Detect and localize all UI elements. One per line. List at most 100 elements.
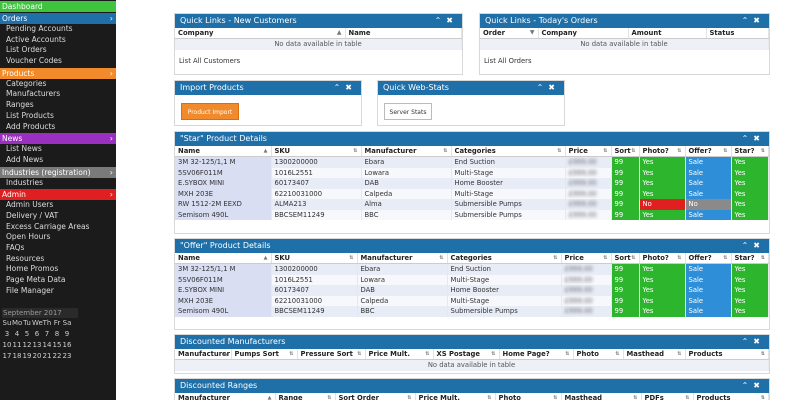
column-header-photo[interactable]: Photo? ⇅	[639, 146, 686, 157]
close-icon[interactable]: ✖	[753, 337, 765, 346]
column-header-manufacturer[interactable]: Manufacturer ⇅	[361, 146, 452, 157]
calendar-day[interactable]: 4	[12, 329, 22, 340]
sort-icon[interactable]: ⇅	[685, 393, 689, 400]
sidebar-section-admin[interactable]: Admin ›	[0, 189, 116, 201]
sort-icon[interactable]: ⇅	[327, 393, 331, 400]
sidebar-item[interactable]: Open Hours	[0, 232, 116, 243]
column-header-manufacturer[interactable]: Manufacturer ⇅	[357, 253, 448, 264]
list-all-orders-link[interactable]: List All Orders	[480, 50, 769, 72]
sidebar-item[interactable]: Home Promos	[0, 264, 116, 275]
cell-name[interactable]: 3M 32-125/1,1 M	[175, 263, 272, 275]
table-row[interactable]: 5SV06F011M 1016L2551 Lowara Multi-Stage £999…	[175, 274, 769, 285]
sort-icon[interactable]: ⇅	[631, 253, 635, 263]
sort-icon[interactable]: ⇅	[615, 349, 619, 359]
column-header-categories[interactable]: Categories ⇅	[447, 253, 562, 264]
column-header-status[interactable]: Status	[706, 28, 769, 39]
sort-icon[interactable]: ⇅	[425, 349, 429, 359]
sidebar-item[interactable]: Add News	[0, 155, 116, 166]
column-header-categories[interactable]: Categories ⇅	[451, 146, 566, 157]
collapse-icon[interactable]: ⌃	[742, 381, 754, 390]
sort-icon[interactable]: ⇅	[439, 253, 443, 263]
column-header-offer[interactable]: Offer? ⇅	[685, 253, 732, 264]
list-all-customers-link[interactable]: List All Customers	[175, 50, 462, 72]
sidebar-item[interactable]: Admin Users	[0, 200, 116, 211]
sort-icon[interactable]: ⇅	[723, 253, 727, 263]
calendar-day[interactable]: 20	[32, 351, 42, 362]
column-header-manufacturer[interactable]: Manufacturer ▲	[175, 349, 232, 360]
sidebar-item[interactable]: File Manager	[0, 286, 116, 297]
collapse-icon[interactable]: ⌃	[435, 16, 447, 25]
table-row[interactable]: Semisom 490L BBCSEM11249 BBC Submersible Pu…	[175, 209, 769, 220]
sidebar-item[interactable]: List Products	[0, 111, 116, 122]
calendar-day[interactable]: 16	[62, 340, 72, 351]
column-header-masthead[interactable]: Masthead ⇅	[623, 349, 686, 360]
sort-icon[interactable]: ⇅	[677, 253, 681, 263]
column-header-sort-order[interactable]: Sort Order ⇅	[335, 393, 416, 400]
sort-icon[interactable]: ⇅	[603, 253, 607, 263]
column-header-sku[interactable]: SKU ⇅	[271, 253, 358, 264]
sidebar-item[interactable]: Delivery / VAT	[0, 211, 116, 222]
column-header-company[interactable]: Company	[538, 28, 629, 39]
cell-name[interactable]: MXH 203E	[175, 295, 272, 306]
sidebar-item[interactable]: Excess Carriage Areas	[0, 222, 116, 233]
sidebar-item[interactable]: List Orders	[0, 45, 116, 56]
column-header-amount[interactable]: Amount	[628, 28, 707, 39]
calendar-day[interactable]: 5	[22, 329, 32, 340]
sort-icon[interactable]: ⇅	[565, 349, 569, 359]
sort-icon[interactable]: ⇅	[289, 349, 293, 359]
column-header-order[interactable]: Order ▼	[480, 28, 539, 39]
sort-icon[interactable]: ⇅	[357, 349, 361, 359]
calendar-day[interactable]: 21	[42, 351, 52, 362]
sidebar-item[interactable]: Pending Accounts	[0, 24, 116, 35]
sort-icon[interactable]: ▲	[268, 393, 272, 400]
sort-icon[interactable]: ⇅	[553, 253, 557, 263]
column-header-pressure-sort[interactable]: Pressure Sort ⇅	[297, 349, 366, 360]
sidebar-section-orders[interactable]: Orders ›	[0, 13, 116, 24]
sidebar-item[interactable]: List News	[0, 144, 116, 155]
sidebar-section-industries-registration[interactable]: Industries (registration) ›	[0, 166, 116, 178]
column-header-photo[interactable]: Photo ⇅	[573, 349, 624, 360]
sort-icon[interactable]: ⇅	[407, 393, 411, 400]
cell-name[interactable]: Semisom 490L	[175, 306, 272, 317]
sidebar-section-products[interactable]: Products ›	[0, 67, 116, 79]
sidebar-item[interactable]: Voucher Codes	[0, 56, 116, 67]
calendar-day[interactable]: 6	[32, 329, 42, 340]
cell-name[interactable]: E.SYBOX MINI	[175, 178, 272, 189]
cell-name[interactable]: E.SYBOX MINI	[175, 285, 272, 296]
sort-icon[interactable]: ⇅	[677, 146, 681, 156]
column-header-sort[interactable]: Sort ⇅	[611, 253, 640, 264]
cell-name[interactable]: RW 1512-2M EEXD	[175, 199, 272, 210]
sort-icon[interactable]: ▼	[530, 28, 535, 38]
column-header-home-page[interactable]: Home Page? ⇅	[499, 349, 574, 360]
calendar-day[interactable]: 14	[42, 340, 52, 351]
column-header-products[interactable]: Products ⇅	[685, 349, 769, 360]
calendar-day[interactable]: 11	[12, 340, 22, 351]
sidebar-item[interactable]: Categories	[0, 79, 116, 90]
sort-icon[interactable]: ⇅	[633, 393, 637, 400]
close-icon[interactable]: ✖	[753, 241, 765, 250]
sidebar-item[interactable]: Industries	[0, 178, 116, 189]
sort-icon[interactable]: ⇅	[553, 393, 557, 400]
sort-icon[interactable]: ▲	[264, 146, 268, 156]
close-icon[interactable]: ✖	[753, 16, 765, 25]
sort-icon[interactable]: ▲	[224, 349, 228, 359]
close-icon[interactable]: ✖	[753, 134, 765, 143]
column-header-price-mult[interactable]: Price Mult. ⇅	[415, 393, 496, 400]
calendar-day[interactable]: 8	[52, 329, 62, 340]
calendar-day[interactable]: 22	[52, 351, 62, 362]
sort-icon[interactable]: ⇅	[761, 349, 765, 359]
sort-icon[interactable]: ⇅	[353, 146, 357, 156]
calendar-day[interactable]: 9	[62, 329, 72, 340]
table-row[interactable]: RW 1512-2M EEXD ALMA213 Alma Submersible Pu…	[175, 199, 769, 210]
calendar-day[interactable]: 12	[22, 340, 32, 351]
sort-icon[interactable]: ⇅	[761, 253, 765, 263]
column-header-pumps-sort[interactable]: Pumps Sort ⇅	[231, 349, 298, 360]
close-icon[interactable]: ✖	[753, 381, 765, 390]
close-icon[interactable]: ✖	[345, 83, 357, 92]
table-row[interactable]: Semisom 490L BBCSEM11249 BBC Submersible Pu…	[175, 306, 769, 317]
calendar-day[interactable]: 17	[2, 351, 12, 362]
column-header-range[interactable]: Range ⇅	[275, 393, 336, 400]
sidebar-item[interactable]: FAQs	[0, 243, 116, 254]
column-header-name[interactable]: Name ▲	[175, 146, 272, 157]
table-row[interactable]: MXH 203E 62210031000 Calpeda Multi-Stage £99…	[175, 295, 769, 306]
